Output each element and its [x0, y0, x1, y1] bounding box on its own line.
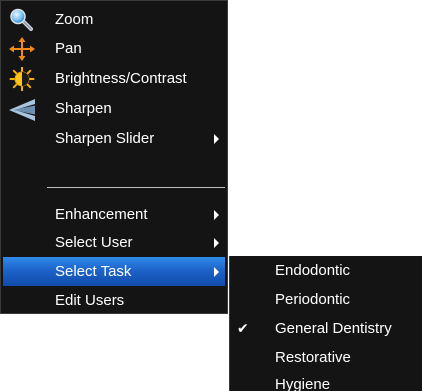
- submenu-arrow-icon: [213, 200, 223, 229]
- task-item-label: Hygiene: [275, 376, 331, 391]
- menu-item-select-task[interactable]: Select Task: [3, 257, 225, 286]
- magnifier-icon: [9, 8, 35, 32]
- task-item-endodontic[interactable]: Endodontic: [230, 256, 422, 285]
- menu-item-label: Enhancement: [55, 206, 148, 223]
- menu-item-label: Sharpen: [55, 100, 112, 117]
- context-menu: Zoom Pan Brightness/Contrast Sharpen Sha…: [0, 0, 228, 314]
- task-item-periodontic[interactable]: Periodontic: [230, 285, 422, 314]
- menu-item-label: Pan: [55, 40, 82, 57]
- menu-item-sharpen-slider[interactable]: Sharpen Slider: [1, 124, 227, 153]
- menu-separator: [47, 187, 225, 188]
- task-item-hygiene[interactable]: Hygiene: [230, 370, 422, 391]
- menu-item-brightness-contrast[interactable]: Brightness/Contrast: [1, 64, 227, 93]
- menu-item-sharpen[interactable]: Sharpen: [1, 94, 227, 123]
- sharpen-icon: [9, 97, 35, 121]
- checkmark-icon: ✔: [237, 320, 249, 336]
- menu-item-label: Sharpen Slider: [55, 130, 155, 147]
- menu-item-label: Select User: [55, 234, 133, 251]
- menu-item-label: Edit Users: [55, 292, 125, 309]
- submenu-arrow-icon: [213, 228, 223, 257]
- submenu-arrow-icon: [213, 124, 223, 153]
- task-item-label: Periodontic: [275, 291, 351, 308]
- submenu-arrow-icon: [213, 257, 223, 286]
- task-item-restorative[interactable]: Restorative: [230, 343, 422, 372]
- move-arrows-icon: [9, 37, 35, 61]
- task-item-label: Restorative: [275, 349, 351, 366]
- menu-item-label: Zoom: [55, 11, 94, 28]
- menu-item-zoom[interactable]: Zoom: [1, 5, 227, 34]
- screen: Zoom Pan Brightness/Contrast Sharpen Sha…: [0, 0, 422, 391]
- sun-contrast-icon: [9, 66, 35, 92]
- menu-item-edit-users[interactable]: Edit Users: [1, 286, 227, 315]
- task-item-label: General Dentistry: [275, 320, 392, 337]
- select-task-submenu: Endodontic Periodontic ✔ General Dentist…: [229, 256, 422, 391]
- menu-item-label: Select Task: [55, 263, 132, 280]
- task-item-label: Endodontic: [275, 262, 351, 279]
- menu-item-select-user[interactable]: Select User: [1, 228, 227, 257]
- task-item-general-dentistry[interactable]: ✔ General Dentistry: [230, 314, 422, 343]
- menu-item-enhancement[interactable]: Enhancement: [1, 200, 227, 229]
- menu-item-label: Brightness/Contrast: [55, 70, 187, 87]
- menu-item-pan[interactable]: Pan: [1, 34, 227, 63]
